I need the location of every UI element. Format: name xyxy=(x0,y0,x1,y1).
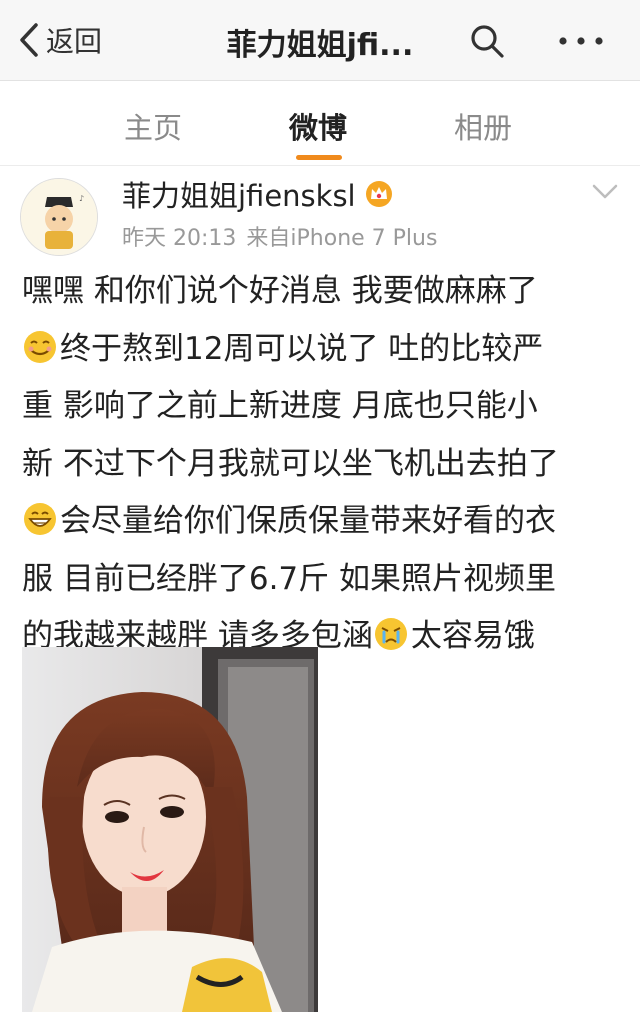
svg-text:♪: ♪ xyxy=(79,194,84,203)
top-nav-bar: 返回 菲力姐姐jfi... xyxy=(0,0,640,81)
post-time: 昨天 20:13 xyxy=(122,226,237,251)
post-line-5: 会尽量给你们保质保量带来好看的衣 xyxy=(22,493,622,551)
back-label: 返回 xyxy=(46,25,103,58)
post-source: 来自iPhone 7 Plus xyxy=(246,226,438,251)
more-icon[interactable] xyxy=(556,22,606,60)
chevron-left-icon xyxy=(20,23,38,57)
post-line: 服 目前已经胖了6.7斤 如果照片视频里 xyxy=(22,560,557,597)
post-line: 重 影响了之前上新进度 月底也只能小 xyxy=(22,388,538,424)
post-line-text: 终于熬到12周可以说了 吐的比较严 xyxy=(60,330,544,367)
grin-emoji-icon xyxy=(24,503,56,535)
back-button[interactable]: 返回 xyxy=(18,22,102,58)
author-row: 菲力姐姐jfiensksl xyxy=(122,174,394,214)
tab-home[interactable]: 主页 xyxy=(103,105,203,147)
smirk-emoji-icon xyxy=(24,330,56,363)
page-title: 菲力姐姐jfi... xyxy=(226,28,414,63)
profile-tabs: 主页 微博 相册 xyxy=(0,81,640,166)
selfie-image xyxy=(22,647,318,1012)
tab-weibo[interactable]: 微博 xyxy=(268,105,368,147)
tab-album[interactable]: 相册 xyxy=(433,105,533,147)
post-line: 嘿嘿 和你们说个好消息 我要做麻麻了 xyxy=(22,273,538,309)
avatar-image: ♪ xyxy=(21,179,97,255)
crown-badge-icon xyxy=(365,181,392,207)
post-photo[interactable] xyxy=(22,647,318,1012)
active-tab-indicator xyxy=(296,155,342,160)
crying-emoji-icon xyxy=(374,618,407,650)
post-line-text: 会尽量给你们保质保量带来好看的衣 xyxy=(60,503,556,539)
avatar[interactable]: ♪ xyxy=(20,178,98,256)
search-icon[interactable] xyxy=(468,22,506,60)
author-name[interactable]: 菲力姐姐jfiensksl xyxy=(122,173,356,215)
post-line-2: 终于熬到12周可以说了 吐的比较严 xyxy=(22,321,622,379)
post-line-text: 太容易饿 xyxy=(410,618,535,654)
post-line: 新 不过下个月我就可以坐飞机出去拍了 xyxy=(22,445,559,482)
post-meta: 昨天 20:13 来自iPhone 7 Plus xyxy=(122,220,447,252)
chevron-down-icon[interactable] xyxy=(590,180,620,204)
